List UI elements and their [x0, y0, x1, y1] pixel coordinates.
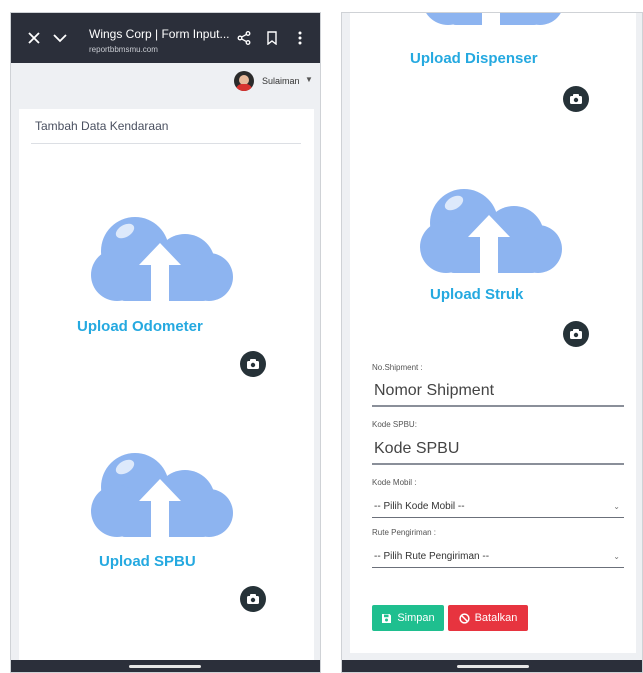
cloud-upload-icon[interactable]: [85, 209, 235, 304]
shipment-input[interactable]: [372, 377, 624, 407]
cancel-button-label: Batalkan: [474, 612, 518, 624]
divider: [31, 143, 301, 144]
rute-selected: -- Pilih Rute Pengiriman --: [374, 551, 490, 562]
camera-button-spbu[interactable]: [240, 586, 266, 612]
upload-dispenser-label[interactable]: Upload Dispenser: [410, 50, 538, 67]
user-menu[interactable]: Sulaiman ▼: [11, 63, 320, 99]
home-gesture-handle[interactable]: [457, 665, 529, 668]
camera-button-odometer[interactable]: [240, 351, 266, 377]
phone-screen-left: Wings Corp | Form Input... reportbbmsmu.…: [10, 12, 321, 673]
browser-tab-title: Wings Corp | Form Input...: [89, 27, 230, 41]
camera-button-dispenser[interactable]: [563, 86, 589, 112]
chevron-down-icon: ⌄: [613, 502, 620, 511]
form-card: Tambah Data Kendaraan Upload Odometer Up…: [19, 109, 314, 672]
upload-struk-label[interactable]: Upload Struk: [430, 286, 523, 303]
home-gesture-handle[interactable]: [129, 665, 201, 668]
camera-button-struk[interactable]: [563, 321, 589, 347]
chevron-down-icon: ⌄: [613, 552, 620, 561]
kode-mobil-selected: -- Pilih Kode Mobil --: [374, 501, 465, 512]
caret-down-icon[interactable]: ▼: [305, 75, 313, 84]
kode-mobil-select[interactable]: -- Pilih Kode Mobil -- ⌄: [372, 494, 624, 518]
browser-toolbar: Wings Corp | Form Input... reportbbmsmu.…: [11, 13, 320, 63]
system-nav-bar: [342, 660, 642, 672]
rute-select[interactable]: -- Pilih Rute Pengiriman -- ⌄: [372, 544, 624, 568]
upload-spbu-label[interactable]: Upload SPBU: [99, 553, 196, 570]
camera-icon: [570, 329, 582, 339]
cloud-upload-icon[interactable]: [414, 181, 564, 276]
share-icon[interactable]: [233, 27, 255, 49]
rute-label: Rute Pengiriman :: [372, 528, 437, 537]
camera-icon: [247, 359, 259, 369]
upload-odometer-label[interactable]: Upload Odometer: [77, 318, 203, 335]
close-icon[interactable]: [23, 27, 45, 49]
chevron-down-icon[interactable]: [49, 27, 71, 49]
save-button[interactable]: Simpan: [372, 605, 444, 631]
cloud-upload-icon[interactable]: [85, 445, 235, 540]
cloud-upload-icon[interactable]: [416, 12, 566, 28]
system-nav-bar: [11, 660, 320, 672]
phone-screen-right: Upload Dispenser Upload Struk No.Shipmen…: [341, 12, 643, 673]
camera-icon: [570, 94, 582, 104]
camera-icon: [247, 594, 259, 604]
page-title: Tambah Data Kendaraan: [35, 119, 169, 133]
browser-url[interactable]: reportbbmsmu.com: [89, 45, 158, 54]
kode-spbu-label: Kode SPBU:: [372, 420, 417, 429]
save-icon: [382, 613, 392, 623]
ban-icon: [458, 612, 470, 624]
bookmark-icon[interactable]: [261, 27, 283, 49]
form-card-continued: Upload Dispenser Upload Struk No.Shipmen…: [350, 13, 636, 653]
kode-mobil-label: Kode Mobil :: [372, 478, 417, 487]
save-button-label: Simpan: [397, 612, 435, 624]
more-vert-icon[interactable]: [289, 27, 311, 49]
avatar[interactable]: [234, 71, 254, 91]
cancel-button[interactable]: Batalkan: [448, 605, 528, 631]
kode-spbu-input[interactable]: [372, 435, 624, 465]
user-name[interactable]: Sulaiman: [262, 76, 300, 86]
shipment-label: No.Shipment :: [372, 363, 423, 372]
